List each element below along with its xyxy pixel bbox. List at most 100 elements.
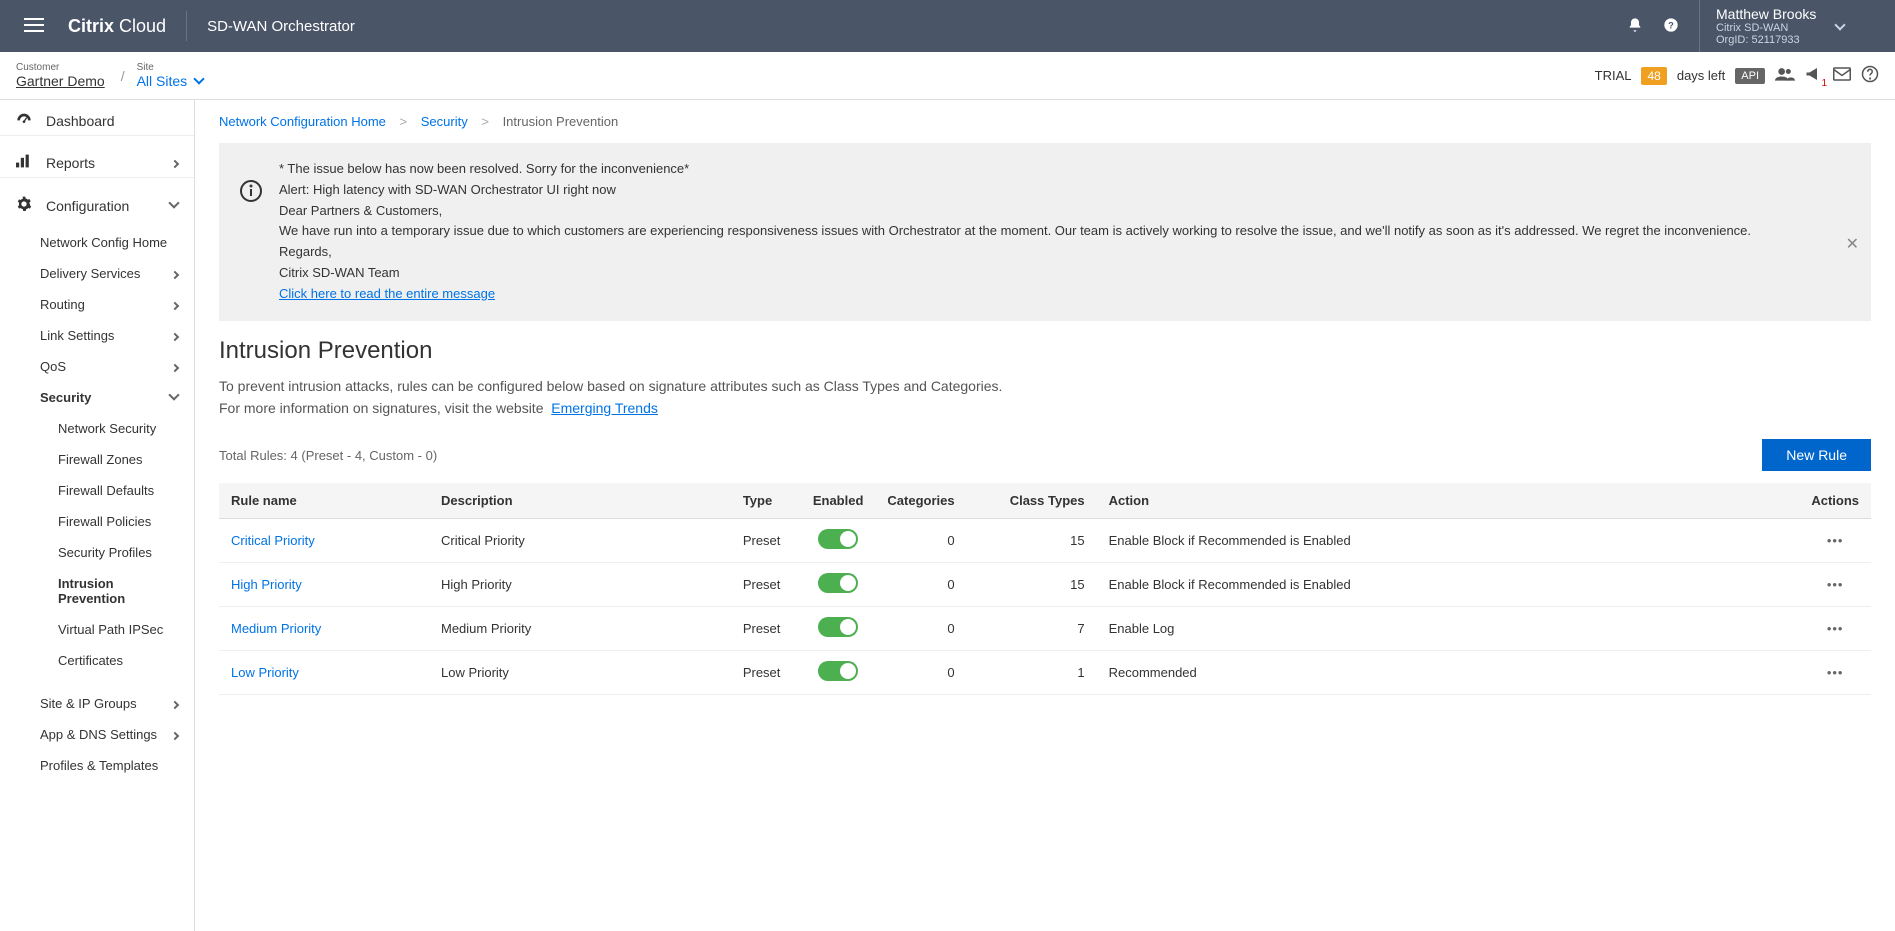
brand-text-2: Cloud [119,16,166,36]
sidebar-item-network-security[interactable]: Network Security [0,413,194,444]
col-enabled: Enabled [801,483,876,519]
help-icon[interactable]: ? [1663,17,1679,36]
sidebar-item-configuration[interactable]: Configuration [0,184,194,227]
enabled-toggle[interactable] [818,617,858,637]
rule-categories: 0 [875,607,966,651]
rule-categories: 0 [875,519,966,563]
chevron-down-icon [170,391,178,405]
breadcrumb-sep: > [400,114,408,129]
api-badge[interactable]: API [1735,68,1765,84]
sidebar-label: Site & IP Groups [40,696,137,711]
rule-type: Preset [731,519,801,563]
more-actions-icon[interactable]: ••• [1827,665,1844,680]
more-actions-icon[interactable]: ••• [1827,577,1844,592]
sidebar-item-security[interactable]: Security [0,382,194,413]
subheader: Customer Gartner Demo / Site All Sites T… [0,52,1895,100]
rule-desc: Medium Priority [429,607,731,651]
sidebar-item-link[interactable]: Link Settings [0,320,194,351]
breadcrumb-link[interactable]: Network Configuration Home [219,114,386,129]
page-title: Intrusion Prevention [195,337,1895,375]
table-row: Low PriorityLow PriorityPreset01Recommen… [219,651,1871,695]
sidebar-item-site-ip[interactable]: Site & IP Groups [0,688,194,719]
emerging-trends-link[interactable]: Emerging Trends [551,400,658,416]
chevron-right-icon [172,360,178,374]
rule-type: Preset [731,607,801,651]
sidebar-item-dashboard[interactable]: Dashboard [0,100,194,136]
sidebar-item-firewall-policies[interactable]: Firewall Policies [0,506,194,537]
sidebar-item-vpath-ipsec[interactable]: Virtual Path IPSec [0,614,194,645]
brand-logo[interactable]: Citrix Cloud [68,16,166,37]
customer-value: Gartner Demo [16,73,105,89]
sidebar-label: Dashboard [46,113,115,129]
enabled-toggle[interactable] [818,529,858,549]
sidebar-label: Link Settings [40,328,114,343]
users-icon[interactable] [1775,66,1795,85]
trial-label: TRIAL [1595,68,1632,83]
col-rule-name: Rule name [219,483,429,519]
user-menu[interactable]: Matthew Brooks Citrix SD-WAN OrgID: 5211… [1699,0,1879,52]
breadcrumb-current: Intrusion Prevention [503,114,619,129]
days-left: days left [1677,68,1725,83]
close-icon[interactable]: ✕ [1846,232,1859,258]
customer-selector[interactable]: Customer Gartner Demo [16,62,105,89]
rule-name-link[interactable]: Critical Priority [219,519,429,563]
breadcrumb: Network Configuration Home > Security > … [195,100,1895,143]
sidebar-label: Configuration [46,198,129,214]
chevron-right-icon [172,728,178,742]
rule-name-link[interactable]: Low Priority [219,651,429,695]
sidebar-item-intrusion[interactable]: Intrusion Prevention [0,568,194,614]
rule-name-link[interactable]: High Priority [219,563,429,607]
rule-actions-cell: ••• [1799,519,1871,563]
sidebar-item-qos[interactable]: QoS [0,351,194,382]
alert-read-more-link[interactable]: Click here to read the entire message [279,286,495,301]
sidebar-label: Delivery Services [40,266,140,281]
enabled-toggle[interactable] [818,573,858,593]
rule-type: Preset [731,651,801,695]
desc-text: For more information on signatures, visi… [219,400,543,416]
gear-icon [16,196,36,215]
sidebar-item-security-profiles[interactable]: Security Profiles [0,537,194,568]
sidebar-item-profiles[interactable]: Profiles & Templates [0,750,194,781]
site-selector[interactable]: Site All Sites [137,62,203,89]
rule-type: Preset [731,563,801,607]
sidebar-label: Network Config Home [40,235,167,250]
alert-line: Dear Partners & Customers, [279,201,1751,222]
alert-line: Regards, [279,242,1751,263]
rule-enabled-cell [801,519,876,563]
mail-icon[interactable] [1833,67,1851,84]
sidebar-item-routing[interactable]: Routing [0,289,194,320]
sidebar-label: Reports [46,155,95,171]
enabled-toggle[interactable] [818,661,858,681]
notification-bell-icon[interactable] [1627,17,1643,36]
more-actions-icon[interactable]: ••• [1827,533,1844,548]
dashboard-icon [16,112,36,129]
sidebar-item-network-home[interactable]: Network Config Home [0,227,194,258]
help-circle-icon[interactable] [1861,65,1879,86]
sidebar-item-firewall-zones[interactable]: Firewall Zones [0,444,194,475]
col-classtypes: Class Types [967,483,1097,519]
rule-name-link[interactable]: Medium Priority [219,607,429,651]
rule-enabled-cell [801,607,876,651]
crumb-separator: / [121,68,125,84]
more-actions-icon[interactable]: ••• [1827,621,1844,636]
sidebar-item-firewall-defaults[interactable]: Firewall Defaults [0,475,194,506]
sidebar-label: Security [40,390,91,405]
hamburger-menu[interactable] [16,9,52,44]
sidebar-item-app-dns[interactable]: App & DNS Settings [0,719,194,750]
days-badge: 48 [1641,67,1666,85]
chevron-right-icon [172,697,178,711]
desc-text: To prevent intrusion attacks, rules can … [219,378,1002,394]
alert-line: Alert: High latency with SD-WAN Orchestr… [279,180,1751,201]
sidebar-item-certificates[interactable]: Certificates [0,645,194,676]
sidebar-item-delivery[interactable]: Delivery Services [0,258,194,289]
sidebar-item-reports[interactable]: Reports [0,142,194,178]
col-type: Type [731,483,801,519]
rule-enabled-cell [801,651,876,695]
new-rule-button[interactable]: New Rule [1762,439,1871,471]
alert-banner: * The issue below has now been resolved.… [219,143,1871,321]
breadcrumb-link[interactable]: Security [421,114,468,129]
site-label: Site [137,62,203,73]
chevron-down-icon [170,199,178,213]
announce-icon[interactable]: 1 [1805,66,1823,85]
rules-table: Rule name Description Type Enabled Categ… [219,483,1871,695]
